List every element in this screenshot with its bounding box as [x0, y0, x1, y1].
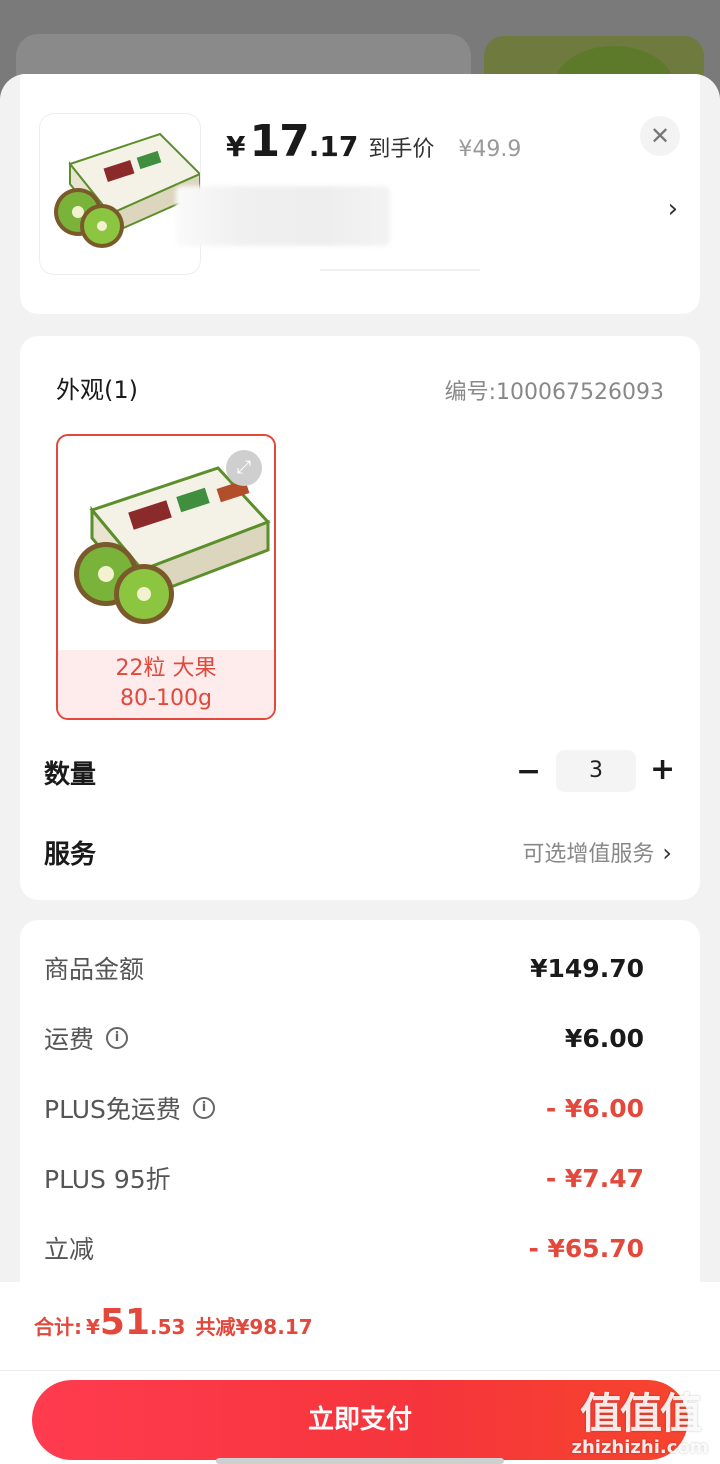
service-value: 可选增值服务: [522, 842, 655, 867]
info-icon[interactable]: i: [106, 1027, 129, 1049]
expand-icon[interactable]: ⤢: [226, 450, 262, 486]
quantity-label: 数量: [44, 760, 97, 790]
price-currency: ¥: [226, 130, 246, 163]
product-price: ¥ 17 .17 到手价 ¥49.9: [226, 116, 521, 167]
spec-card: 外观(1) 编号:100067526093 ⤢ 22粒 大果 80-100g 数…: [20, 336, 700, 900]
price-tag: 到手价: [368, 137, 435, 162]
fee-label-wrap: 运费 i: [44, 1020, 129, 1056]
fee-label-wrap: PLUS免运费 i: [44, 1090, 215, 1126]
fee-row-plus-discount: PLUS 95折 - ¥7.47: [44, 1160, 644, 1196]
fee-value: ¥6.00: [564, 1023, 644, 1053]
fee-label: PLUS免运费: [44, 1095, 181, 1124]
price-integer: 17: [249, 116, 309, 167]
original-price: ¥49.9: [458, 137, 522, 162]
total-decimal: .53: [150, 1315, 186, 1339]
product-code: 编号:100067526093: [444, 380, 664, 405]
watermark-url: zhizhizhi.com: [571, 1437, 709, 1458]
price-decimal: .17: [308, 130, 359, 163]
divider: [0, 1370, 720, 1371]
spec-option-label-line1: 22粒 大果: [115, 656, 217, 681]
fee-label: 立减: [44, 1235, 95, 1264]
service-selector[interactable]: 可选增值服务 ›: [522, 836, 672, 868]
home-indicator: [216, 1458, 504, 1464]
close-icon: ✕: [649, 122, 671, 150]
fee-value: - ¥65.70: [528, 1233, 644, 1263]
total-saved: 共减¥98.17: [195, 1315, 313, 1339]
total-integer: 51: [99, 1302, 151, 1343]
watermark-logo: 值值值: [579, 1389, 702, 1438]
fee-row-plus-free-shipping: PLUS免运费 i - ¥6.00: [44, 1090, 644, 1126]
total-label: 合计:: [34, 1315, 82, 1339]
spec-option-label-line2: 80-100g: [120, 686, 212, 711]
fee-label: PLUS 95折: [44, 1165, 171, 1194]
fee-row-goods: 商品金额 ¥149.70: [44, 950, 644, 986]
fee-value: - ¥7.47: [545, 1163, 644, 1193]
total-currency: ¥: [86, 1315, 100, 1339]
fee-value: - ¥6.00: [545, 1093, 644, 1123]
quantity-minus-button[interactable]: −: [516, 754, 541, 789]
divider: [320, 269, 480, 271]
fee-row-instant-discount: 立减 - ¥65.70: [44, 1230, 644, 1266]
info-icon[interactable]: i: [192, 1097, 215, 1119]
fee-row-shipping: 运费 i ¥6.00: [44, 1020, 644, 1056]
blurred-product-info: [176, 186, 390, 246]
purchase-sheet: ¥ 17 .17 到手价 ¥49.9 ✕ › 外观(1) 编号:10006752…: [0, 74, 720, 1464]
chevron-right-icon: ›: [662, 839, 672, 867]
chevron-right-icon[interactable]: ›: [668, 194, 678, 224]
service-label: 服务: [44, 840, 97, 870]
spec-option-label: 22粒 大果 80-100g: [58, 650, 274, 718]
quantity-plus-button[interactable]: +: [650, 752, 675, 787]
spec-option-selected[interactable]: ⤢ 22粒 大果 80-100g: [56, 434, 276, 720]
quantity-input[interactable]: 3: [556, 750, 636, 792]
product-summary-card: ¥ 17 .17 到手价 ¥49.9 ✕ ›: [20, 74, 700, 314]
watermark: 值值值 zhizhizhi.com: [570, 1380, 710, 1464]
fee-value: ¥149.70: [530, 953, 644, 983]
close-button[interactable]: ✕: [640, 116, 680, 156]
spec-title: 外观(1): [56, 376, 138, 404]
fee-label: 商品金额: [44, 955, 145, 984]
fee-label: 运费: [44, 1025, 95, 1054]
total-summary: 合计: ¥ 51 .53 共减¥98.17: [34, 1302, 313, 1343]
